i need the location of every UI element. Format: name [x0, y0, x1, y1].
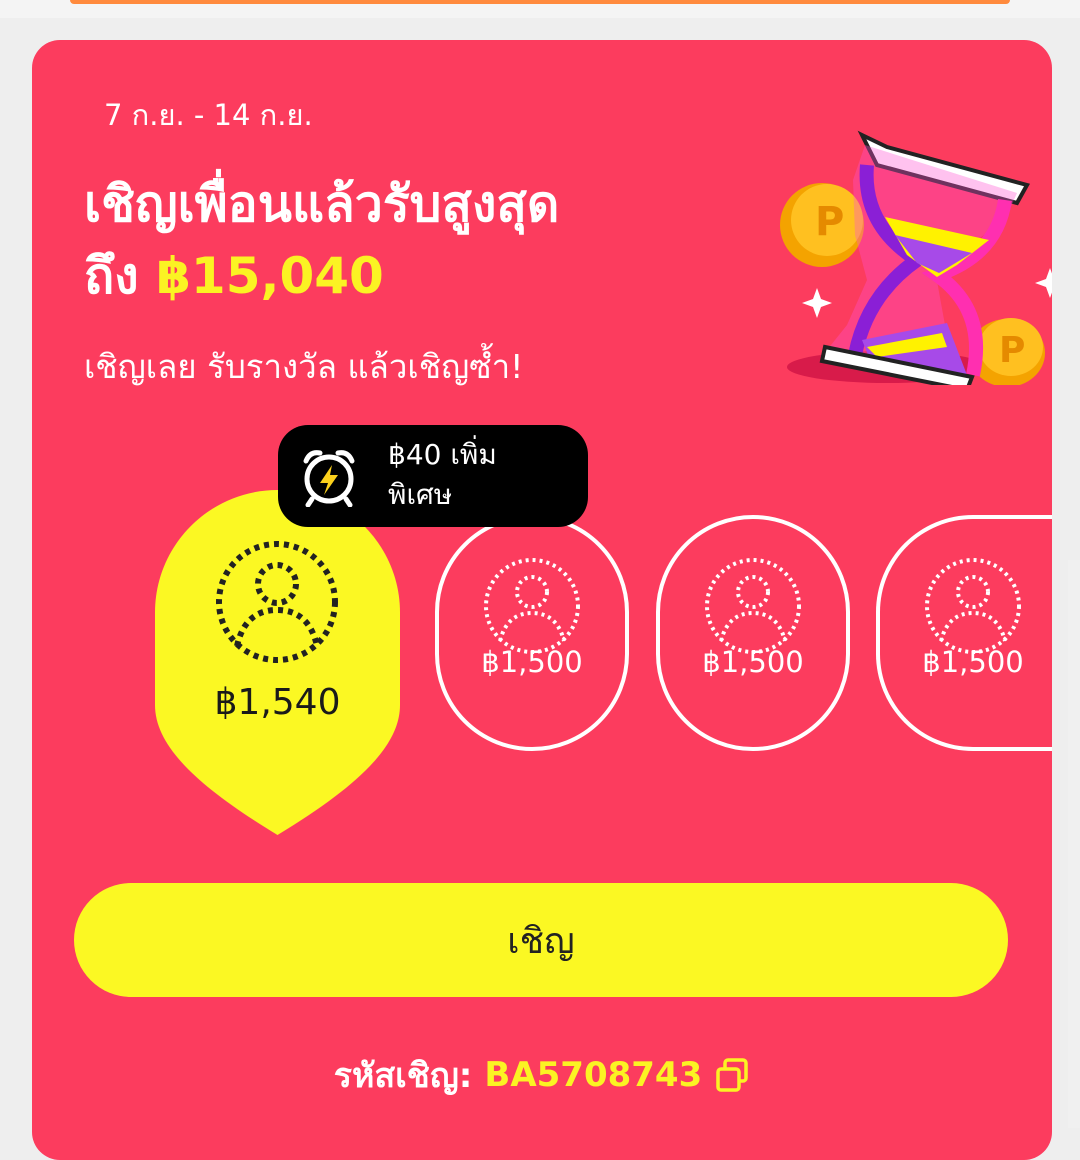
referral-card: 7 ก.ย. - 14 ก.ย. เชิญเพื่อนแล้วรับสูงสุด…: [32, 40, 1052, 1160]
avatar-placeholder-icon: [484, 558, 580, 654]
reward-tier-2[interactable]: ฿1,500: [435, 515, 629, 751]
tier-2-value: ฿1,500: [481, 645, 583, 679]
bonus-text: ฿40 เพิ่ม พิเศษ: [388, 435, 578, 515]
reward-tier-1[interactable]: ฿1,540: [155, 490, 400, 835]
coin-icon: P: [780, 183, 864, 267]
svg-text:P: P: [815, 199, 844, 245]
invite-code-value: BA5708743: [484, 1055, 703, 1095]
sparkle-icon: [802, 288, 832, 318]
alarm-clock-icon: [303, 450, 355, 507]
tier-4-value: ฿1,500: [922, 645, 1024, 679]
title-prefix: ถึง: [84, 247, 139, 305]
copy-icon[interactable]: [714, 1057, 750, 1093]
date-range: 7 ก.ย. - 14 ก.ย.: [104, 98, 313, 132]
title-line-2: ถึง ฿15,040: [84, 240, 774, 312]
promo-title: เชิญเพื่อนแล้วรับสูงสุด ถึง ฿15,040: [84, 168, 774, 312]
promo-subtitle: เชิญเลย รับรางวัล แล้วเชิญซ้ำ!: [84, 347, 524, 386]
invite-code-row: รหัสเชิญ: BA5708743: [32, 1048, 1052, 1102]
avatar-placeholder-icon: [925, 558, 1021, 654]
title-line-1: เชิญเพื่อนแล้วรับสูงสุด: [84, 175, 560, 233]
hourglass-illustration: P P: [780, 130, 1052, 385]
reward-tier-3[interactable]: ฿1,500: [656, 515, 850, 751]
bonus-line-2: พิเศษ: [388, 478, 453, 511]
invite-button[interactable]: เชิญ: [74, 883, 1008, 997]
top-strip: [0, 0, 1080, 18]
bonus-tag: ฿40 เพิ่ม พิเศษ: [278, 425, 588, 527]
scrollbar[interactable]: [1068, 560, 1080, 1128]
sparkle-icon: [1035, 268, 1052, 298]
bonus-line-1: ฿40 เพิ่ม: [388, 438, 497, 471]
tier-1-value: ฿1,540: [214, 682, 341, 723]
title-amount: ฿15,040: [156, 247, 384, 305]
reward-tier-4[interactable]: ฿1,500: [876, 515, 1052, 751]
avatar-placeholder-icon: [216, 541, 338, 663]
top-accent-line: [70, 0, 1010, 4]
invite-code-label: รหัสเชิญ:: [333, 1056, 473, 1096]
tier-3-value: ฿1,500: [702, 645, 804, 679]
avatar-placeholder-icon: [705, 558, 801, 654]
svg-text:P: P: [999, 330, 1025, 371]
